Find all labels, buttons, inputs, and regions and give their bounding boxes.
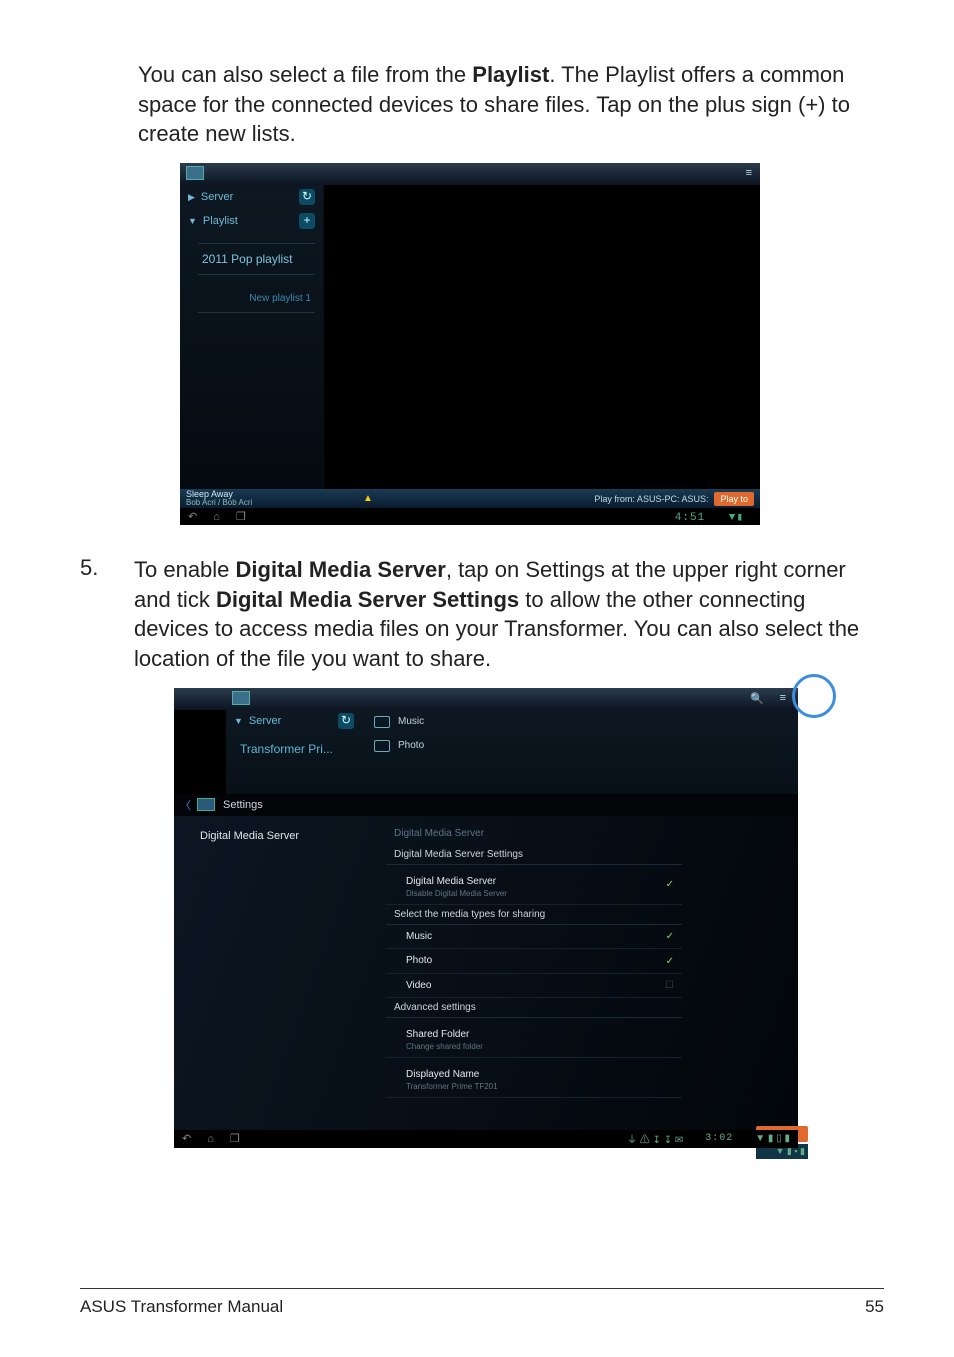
b2: Digital Media Server Settings bbox=[216, 587, 519, 612]
playlist-item-1[interactable]: 2011 Pop playlist bbox=[198, 243, 315, 275]
app-logo-icon bbox=[186, 166, 204, 180]
row-title: Shared Folder bbox=[406, 1029, 469, 1040]
app-logo-icon bbox=[232, 691, 250, 705]
step-number: 5. bbox=[80, 555, 110, 674]
upper-panel: ▼ Server ↻ Transformer Pri... Music Phot… bbox=[226, 710, 798, 794]
section-dms-settings: Digital Media Server Settings bbox=[386, 845, 682, 865]
intro-pre: You can also select a file from the bbox=[138, 62, 472, 87]
checkbox-on-icon[interactable]: ✓ bbox=[666, 931, 674, 942]
row-music[interactable]: Music ✓ bbox=[386, 925, 682, 950]
checkbox-on-icon[interactable]: ✓ bbox=[666, 956, 674, 967]
add-playlist-icon[interactable]: + bbox=[299, 213, 315, 229]
row-subtitle: Transformer Prime TF201 bbox=[406, 1082, 498, 1091]
section-advanced: Advanced settings bbox=[386, 998, 682, 1018]
row-subtitle: Change shared folder bbox=[406, 1042, 483, 1051]
nav-back-icon[interactable]: ↶ bbox=[188, 510, 197, 523]
step-5: 5. To enable Digital Media Server, tap o… bbox=[80, 555, 884, 674]
settings-left-pane: Digital Media Server bbox=[174, 816, 386, 1130]
system-nav-bar: ↶ ⌂ ❐ 4:51 ▼▮ bbox=[180, 508, 760, 525]
menu-icon[interactable]: ≡ bbox=[746, 167, 752, 179]
refresh-icon[interactable]: ↻ bbox=[338, 713, 354, 729]
left-item-dms[interactable]: Digital Media Server bbox=[174, 816, 386, 842]
row-title: Displayed Name bbox=[406, 1069, 479, 1080]
folder-icon bbox=[374, 716, 390, 728]
footer-title: ASUS Transformer Manual bbox=[80, 1297, 283, 1317]
app-header: 🔍 ≡ bbox=[174, 688, 798, 710]
settings-body: Digital Media Server Digital Media Serve… bbox=[174, 816, 798, 1130]
sidebar: ▶ Server ↻ ▼ Playlist + 2011 Pop playlis… bbox=[180, 185, 324, 489]
category-label: Photo bbox=[398, 740, 424, 751]
chevron-right-icon: ▶ bbox=[188, 192, 195, 203]
row-title: Digital Media Server bbox=[406, 876, 496, 887]
sidebar-item-server[interactable]: ▶ Server ↻ bbox=[180, 185, 323, 209]
content-area bbox=[324, 185, 760, 489]
nav-recent-icon[interactable]: ❐ bbox=[230, 1132, 240, 1145]
t1: To enable bbox=[134, 557, 236, 582]
status-icons: ▼▮ bbox=[729, 512, 744, 524]
clock-text: 4:51 bbox=[675, 512, 705, 524]
device-name[interactable]: Transformer Pri... bbox=[226, 732, 362, 756]
section-media-types: Select the media types for sharing bbox=[386, 905, 682, 925]
row-title: Music bbox=[406, 931, 432, 943]
expand-icon[interactable]: ▲ bbox=[363, 493, 373, 504]
track-artist: Bob Acri / Bob Acri bbox=[186, 499, 252, 507]
status-clock: 3:02 bbox=[705, 1133, 733, 1144]
callout-circle bbox=[792, 674, 836, 718]
playlist-label: Playlist bbox=[203, 215, 238, 227]
page-number: 55 bbox=[865, 1297, 884, 1317]
back-chevron-icon[interactable]: 〈 bbox=[180, 797, 191, 813]
status-tray-icons: ⏚ ⚠ ↧ ↧ ✉ bbox=[627, 1131, 683, 1146]
checkbox-on-icon[interactable]: ✓ bbox=[666, 879, 674, 890]
app-header: ≡ bbox=[180, 163, 760, 185]
play-to-button[interactable]: Play to bbox=[714, 492, 754, 506]
nav-back-icon[interactable]: ↶ bbox=[182, 1132, 191, 1145]
menu-icon[interactable]: ≡ bbox=[780, 692, 786, 704]
category-photo[interactable]: Photo bbox=[362, 734, 798, 758]
folder-icon bbox=[374, 740, 390, 752]
upper-sidebar: ▼ Server ↻ Transformer Pri... bbox=[226, 710, 362, 794]
settings-right-pane: Digital Media Server Digital Media Serve… bbox=[386, 822, 682, 1099]
sidebar-item-playlist[interactable]: ▼ Playlist + bbox=[180, 209, 323, 233]
screenshot-settings: 🔍 ≡ ▼ Server ↻ Transformer Pri... Music bbox=[174, 688, 884, 1148]
intro-bold: Playlist bbox=[472, 62, 549, 87]
server-label: Server bbox=[201, 191, 233, 203]
row-title: Photo bbox=[406, 955, 432, 967]
row-displayed-name[interactable]: Displayed Name Transformer Prime TF201 bbox=[386, 1058, 682, 1098]
server-label: Server bbox=[249, 715, 281, 727]
now-playing-bar: Sleep Away Bob Acri / Bob Acri ▲ Play fr… bbox=[180, 489, 760, 508]
nav-home-icon[interactable]: ⌂ bbox=[207, 1133, 214, 1145]
row-dms-toggle[interactable]: Digital Media Server Disable Digital Med… bbox=[386, 865, 682, 905]
now-playing-info[interactable]: Sleep Away Bob Acri / Bob Acri bbox=[186, 490, 252, 508]
app-mini-icon bbox=[197, 798, 215, 811]
category-music[interactable]: Music bbox=[362, 710, 798, 734]
status-extra-icons: ▼ ▮ ▯ ▮ bbox=[755, 1133, 790, 1144]
category-label: Music bbox=[398, 716, 424, 727]
b1: Digital Media Server bbox=[236, 557, 446, 582]
page-footer: ASUS Transformer Manual 55 bbox=[80, 1288, 884, 1317]
row-shared-folder[interactable]: Shared Folder Change shared folder bbox=[386, 1018, 682, 1058]
screenshot-playlist: ≡ ▶ Server ↻ ▼ Playlist + 2011 Pop playl… bbox=[180, 163, 884, 525]
step-text: To enable Digital Media Server, tap on S… bbox=[134, 555, 884, 674]
chevron-down-icon: ▼ bbox=[234, 716, 243, 726]
chevron-down-icon: ▼ bbox=[188, 216, 197, 226]
system-nav-bar: ↶ ⌂ ❐ ⏚ ⚠ ↧ ↧ ✉ 3:02 ▼ ▮ ▯ ▮ bbox=[174, 1130, 798, 1148]
intro-paragraph: You can also select a file from the Play… bbox=[138, 60, 884, 149]
category-list: Music Photo bbox=[362, 710, 798, 758]
search-icon[interactable]: 🔍 bbox=[750, 692, 764, 705]
nav-home-icon[interactable]: ⌂ bbox=[213, 511, 220, 523]
playlist-item-2[interactable]: New playlist 1 bbox=[198, 285, 315, 313]
settings-breadcrumb[interactable]: 〈 Settings bbox=[174, 794, 798, 816]
row-photo[interactable]: Photo ✓ bbox=[386, 949, 682, 974]
checkbox-off-icon[interactable]: ☐ bbox=[665, 980, 674, 991]
settings-label: Settings bbox=[223, 799, 263, 811]
row-subtitle: Disable Digital Media Server bbox=[406, 889, 507, 898]
row-title: Video bbox=[406, 980, 431, 992]
panel-title: Digital Media Server bbox=[386, 822, 682, 845]
row-video[interactable]: Video ☐ bbox=[386, 974, 682, 999]
play-source: Play from: ASUS-PC: ASUS: bbox=[594, 494, 708, 504]
status-clock: 4:51 ▼▮ bbox=[667, 510, 752, 524]
sidebar-item-server[interactable]: ▼ Server ↻ bbox=[226, 710, 362, 732]
nav-recent-icon[interactable]: ❐ bbox=[236, 510, 246, 523]
refresh-icon[interactable]: ↻ bbox=[299, 189, 315, 205]
